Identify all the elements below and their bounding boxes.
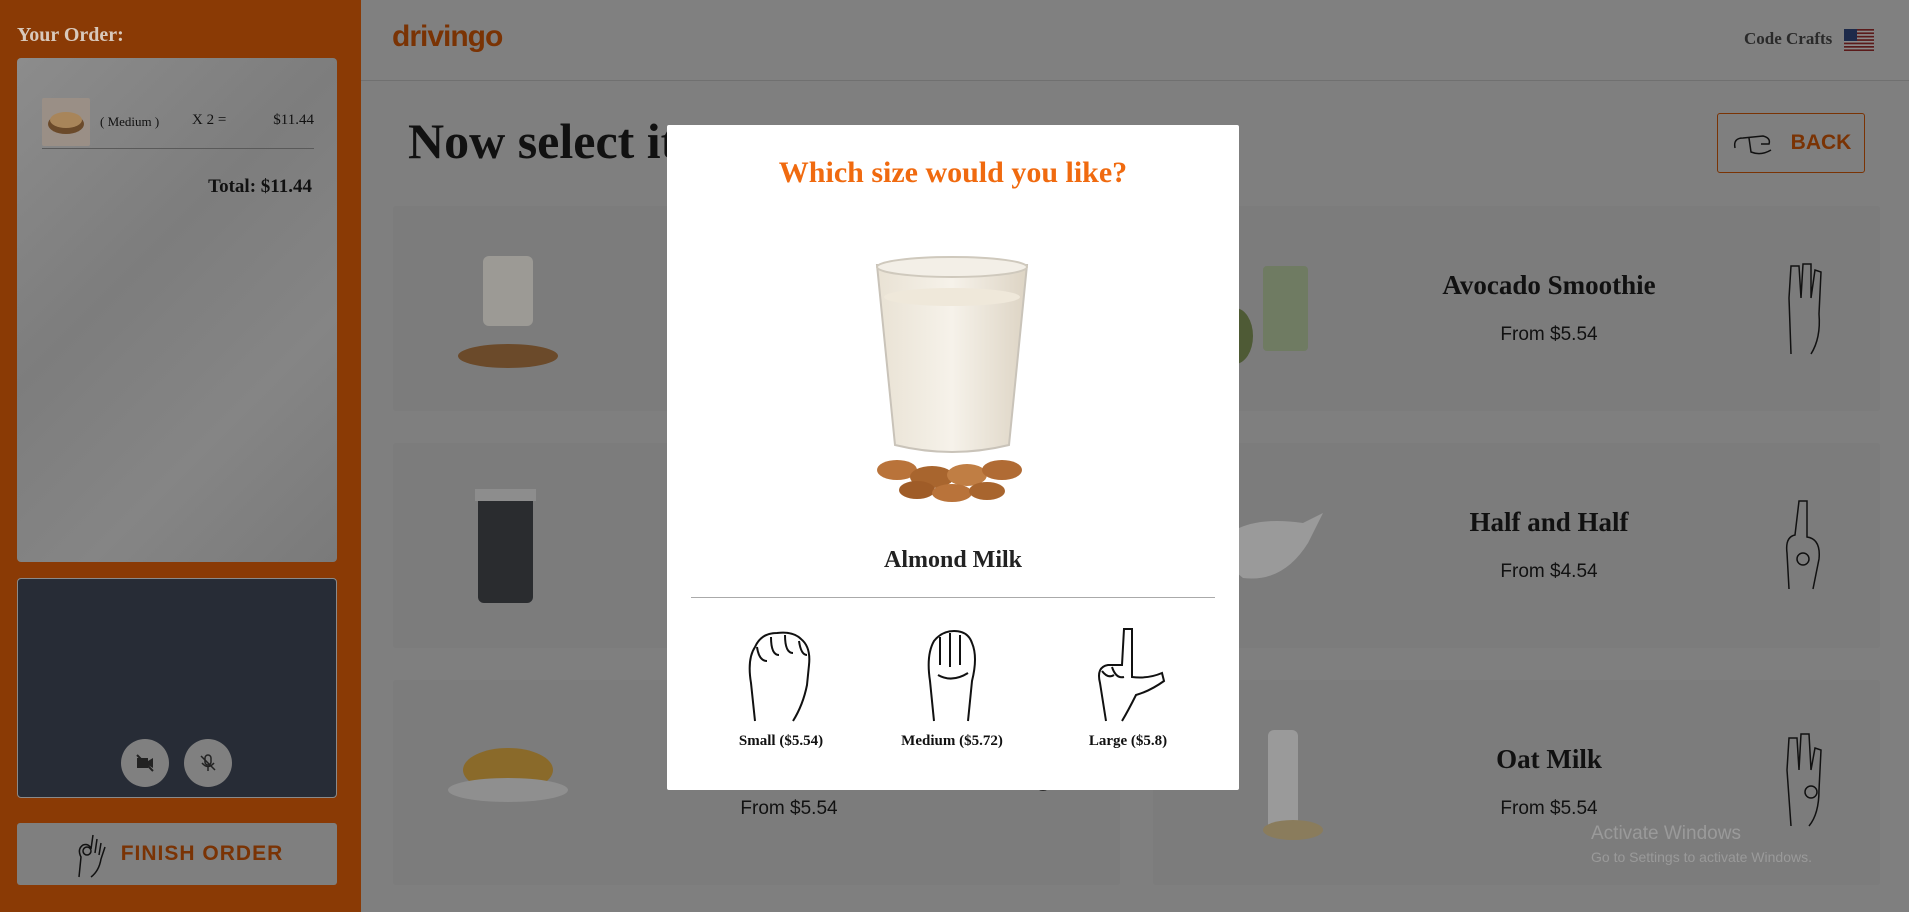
modal-product-name: Almond Milk <box>883 547 1023 573</box>
order-list: ( Medium ) X 2 = $11.44 Total: $11.44 <box>17 58 337 562</box>
order-item-size: ( Medium ) <box>100 114 160 129</box>
top-header <box>361 0 1909 81</box>
size-option-label: Small ($5.54) <box>738 733 824 749</box>
camera-off-button[interactable] <box>121 739 169 787</box>
order-item-qty: X 2 = <box>192 112 227 128</box>
size-option-label: Medium ($5.72) <box>901 733 1003 749</box>
product-name: Oat Milk <box>1496 744 1602 774</box>
product-image <box>475 489 536 603</box>
order-sidebar: Your Order: ( Medium ) X 2 = $11.44 Tota… <box>0 0 361 912</box>
back-button[interactable]: BACK <box>1717 113 1865 173</box>
order-item-price: $11.44 <box>273 112 314 128</box>
us-flag-icon[interactable] <box>1844 29 1874 51</box>
activate-windows-title: Activate Windows <box>1591 823 1741 844</box>
product-image <box>448 748 568 802</box>
mic-off-button[interactable] <box>184 739 232 787</box>
order-total: Total: $11.44 <box>208 176 312 197</box>
product-price: From $5.54 <box>740 798 838 819</box>
finish-order-label: FINISH ORDER <box>120 842 284 865</box>
brand-name: Code Crafts <box>1744 29 1833 48</box>
w-sign-icon <box>1786 733 1822 827</box>
size-option-label: Large ($5.8) <box>1088 733 1168 749</box>
camera-off-icon <box>136 754 154 772</box>
product-price: From $5.54 <box>1500 324 1598 345</box>
app-logo[interactable]: drivingo <box>392 20 503 54</box>
product-card[interactable]: Half and Half From $4.54 <box>1153 443 1880 648</box>
ok-hand-sign-icon <box>77 834 106 878</box>
size-option-large[interactable]: Large ($5.8) <box>1063 625 1193 755</box>
three-fingers-sign-icon <box>1788 263 1822 355</box>
mic-off-icon <box>200 754 216 771</box>
product-name: Avocado Smoothie <box>1442 270 1656 300</box>
finish-order-button[interactable]: FINISH ORDER <box>17 823 337 885</box>
l-sign-icon <box>1098 628 1166 722</box>
m-sign-icon <box>927 629 976 722</box>
size-selection-modal: Which size would you like? Almond Milk S… <box>667 125 1239 790</box>
modal-title: Which size would you like? <box>778 156 1128 189</box>
one-finger-sign-icon <box>1785 500 1820 590</box>
product-price: From $5.54 <box>1500 798 1598 819</box>
order-item[interactable]: ( Medium ) X 2 = $11.44 <box>42 98 314 149</box>
size-option-small[interactable]: Small ($5.54) <box>716 625 846 755</box>
activate-windows-subtitle: Go to Settings to activate Windows. <box>1591 849 1812 865</box>
back-label: BACK <box>1790 131 1852 154</box>
modal-divider <box>691 597 1215 598</box>
hand-sign-icon <box>1733 135 1772 155</box>
order-title: Your Order: <box>17 24 124 46</box>
page-title: Now select it <box>408 113 678 169</box>
product-price: From $4.54 <box>1500 561 1598 582</box>
product-name: Half and Half <box>1469 507 1629 537</box>
camera-preview <box>17 578 337 798</box>
product-image <box>458 256 558 368</box>
size-option-medium[interactable]: Medium ($5.72) <box>887 625 1017 755</box>
fist-sign-icon <box>748 631 811 722</box>
order-item-thumbnail <box>42 98 90 146</box>
almond-milk-image <box>875 256 1029 502</box>
product-card[interactable]: Avocado Smoothie From $5.54 <box>1153 206 1880 411</box>
